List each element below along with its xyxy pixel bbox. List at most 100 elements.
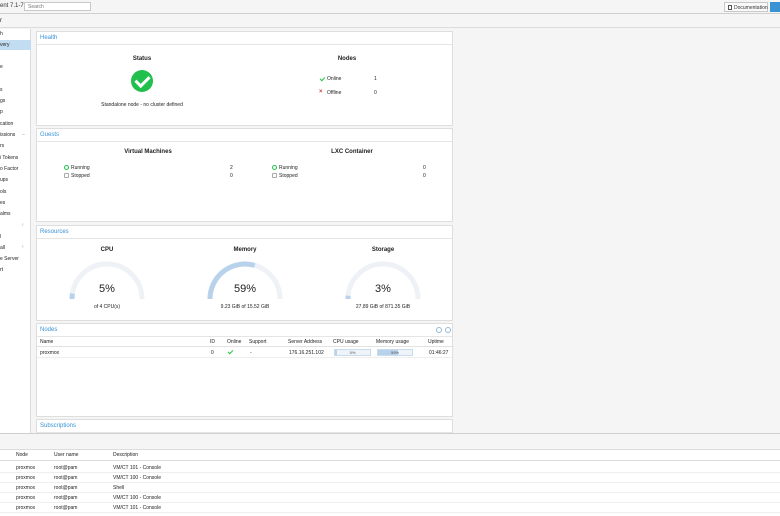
sidebar-item[interactable]: o Factor: [0, 164, 31, 174]
task-node: proxmox: [16, 505, 36, 511]
sidebar-item[interactable]: l: [0, 232, 31, 242]
collapse-icon[interactable]: [436, 327, 442, 333]
guests-title: Guests: [37, 129, 452, 142]
task-description: VM/CT 101 - Console: [113, 505, 161, 511]
column-header[interactable]: CPU usage: [333, 339, 359, 345]
memory-usage-bar: 59%: [377, 349, 413, 356]
memory-gauge: [207, 261, 283, 300]
table-row[interactable]: proxmox root@pam VM/CT 101 - Console: [0, 463, 780, 473]
sidebar-item[interactable]: issions: [0, 130, 31, 140]
column-header[interactable]: Description: [113, 452, 138, 458]
view-selector-bar: r: [0, 15, 780, 28]
task-node: proxmox: [16, 465, 36, 471]
task-log-tabbar[interactable]: [0, 434, 780, 450]
task-description: VM/CT 100 - Console: [113, 495, 161, 501]
column-header[interactable]: ID: [210, 339, 215, 345]
storage-heading: Storage: [371, 247, 395, 253]
column-header[interactable]: Online: [227, 339, 241, 345]
sidebar-item[interactable]: rt: [0, 265, 31, 275]
guests-panel: Guests Virtual Machines Running 2 Stoppe…: [36, 128, 453, 222]
subscriptions-panel: Subscriptions: [36, 419, 453, 433]
check-circle-icon: [131, 70, 153, 92]
column-header[interactable]: Server Address: [288, 339, 322, 345]
column-header[interactable]: Support: [249, 339, 267, 345]
cpu-percent: 5%: [99, 283, 115, 295]
column-header[interactable]: Name: [40, 339, 53, 345]
chevron-up-icon[interactable]: ‒: [22, 132, 25, 138]
sidebar-item[interactable]: es: [0, 198, 31, 208]
sidebar-item[interactable]: s: [0, 85, 31, 95]
task-log-panel: Node User name Description proxmox root@…: [0, 433, 780, 516]
table-row[interactable]: proxmox root@pam VM/CT 101 - Console: [0, 503, 780, 513]
sidebar-item-active[interactable]: very: [0, 40, 31, 50]
lxc-stopped-count: 0: [423, 173, 426, 179]
lxc-running-label: Running: [279, 165, 298, 171]
sidebar-item[interactable]: h: [0, 29, 31, 39]
main-content: Health Status Standalone node - no clust…: [32, 29, 780, 433]
task-user: root@pam: [54, 505, 78, 511]
task-description: Shell: [113, 485, 125, 491]
resources-title: Resources: [37, 226, 452, 239]
node-name: proxmox: [40, 350, 60, 356]
status-text: Standalone node - no cluster defined: [101, 102, 183, 108]
sidebar-item[interactable]: i Tokens: [0, 153, 31, 163]
sidebar-item[interactable]: alms: [0, 209, 31, 219]
memory-percent: 59%: [233, 283, 257, 295]
top-bar: ent 7.1-7 Documentation: [0, 0, 780, 14]
chevron-down-icon[interactable]: ‹: [22, 244, 24, 250]
task-user: root@pam: [54, 475, 78, 481]
chevron-down-icon[interactable]: ‹: [22, 222, 24, 228]
sidebar-item[interactable]: e: [0, 62, 31, 72]
sidebar-item[interactable]: e Server: [0, 254, 31, 264]
search-input[interactable]: [24, 2, 91, 11]
nodes-heading: Nodes: [337, 56, 357, 62]
book-icon: [728, 5, 732, 10]
lxc-running-count: 0: [423, 165, 426, 171]
sidebar-item[interactable]: p: [0, 107, 31, 117]
task-description: VM/CT 100 - Console: [113, 475, 161, 481]
storage-detail: 27.89 GiB of 871.35 GiB: [355, 304, 411, 310]
table-row[interactable]: proxmox root@pam Shell: [0, 483, 780, 493]
task-node: proxmox: [16, 475, 36, 481]
node-id: 0: [211, 350, 214, 356]
refresh-icon[interactable]: [445, 327, 451, 333]
sidebar-item[interactable]: ups: [0, 175, 31, 185]
sidebar-item[interactable]: gs: [0, 96, 31, 106]
offline-label: Offline: [327, 90, 342, 96]
task-node: proxmox: [16, 495, 36, 501]
nodes-title: Nodes: [37, 324, 452, 337]
task-user: root@pam: [54, 485, 78, 491]
node-address: 176.16.251.102: [289, 350, 324, 356]
documentation-label: Documentation: [734, 5, 768, 11]
check-icon: [319, 75, 326, 82]
column-header[interactable]: User name: [54, 452, 78, 458]
column-header[interactable]: Uptime: [428, 339, 444, 345]
sidebar-item[interactable]: all: [0, 243, 31, 253]
resources-panel: Resources CPU 5% of 4 CPU(s) Memory 59% …: [36, 225, 453, 321]
sidebar-item[interactable]: ols: [0, 187, 31, 197]
vm-heading: Virtual Machines: [124, 149, 172, 155]
storage-percent: 3%: [375, 283, 391, 295]
status-heading: Status: [132, 56, 152, 62]
offline-count: 0: [374, 90, 377, 96]
column-header[interactable]: Memory usage: [376, 339, 409, 345]
vm-stopped-count: 0: [230, 173, 233, 179]
table-row[interactable]: proxmox root@pam VM/CT 100 - Console: [0, 473, 780, 483]
times-icon: ×: [319, 89, 323, 95]
cpu-gauge: [69, 261, 145, 300]
user-menu-button[interactable]: [770, 2, 780, 12]
table-row[interactable]: proxmox 0 - 176.16.251.102 5% 59% 01:46:…: [37, 347, 454, 358]
table-row[interactable]: proxmox root@pam VM/CT 100 - Console: [0, 493, 780, 503]
cpu-detail: of 4 CPU(s): [93, 304, 121, 310]
view-selector-label[interactable]: r: [0, 18, 2, 24]
vm-running-label: Running: [71, 165, 90, 171]
vm-running-count: 2: [230, 165, 233, 171]
documentation-button[interactable]: Documentation: [724, 2, 768, 12]
node-support: -: [250, 350, 252, 356]
sidebar-item[interactable]: cation: [0, 119, 31, 129]
stop-icon: [272, 173, 277, 178]
sidebar-item[interactable]: rs: [0, 141, 31, 151]
column-header[interactable]: Node: [16, 452, 28, 458]
cpu-usage-bar: 5%: [334, 349, 371, 356]
play-circle-icon: [272, 165, 277, 170]
